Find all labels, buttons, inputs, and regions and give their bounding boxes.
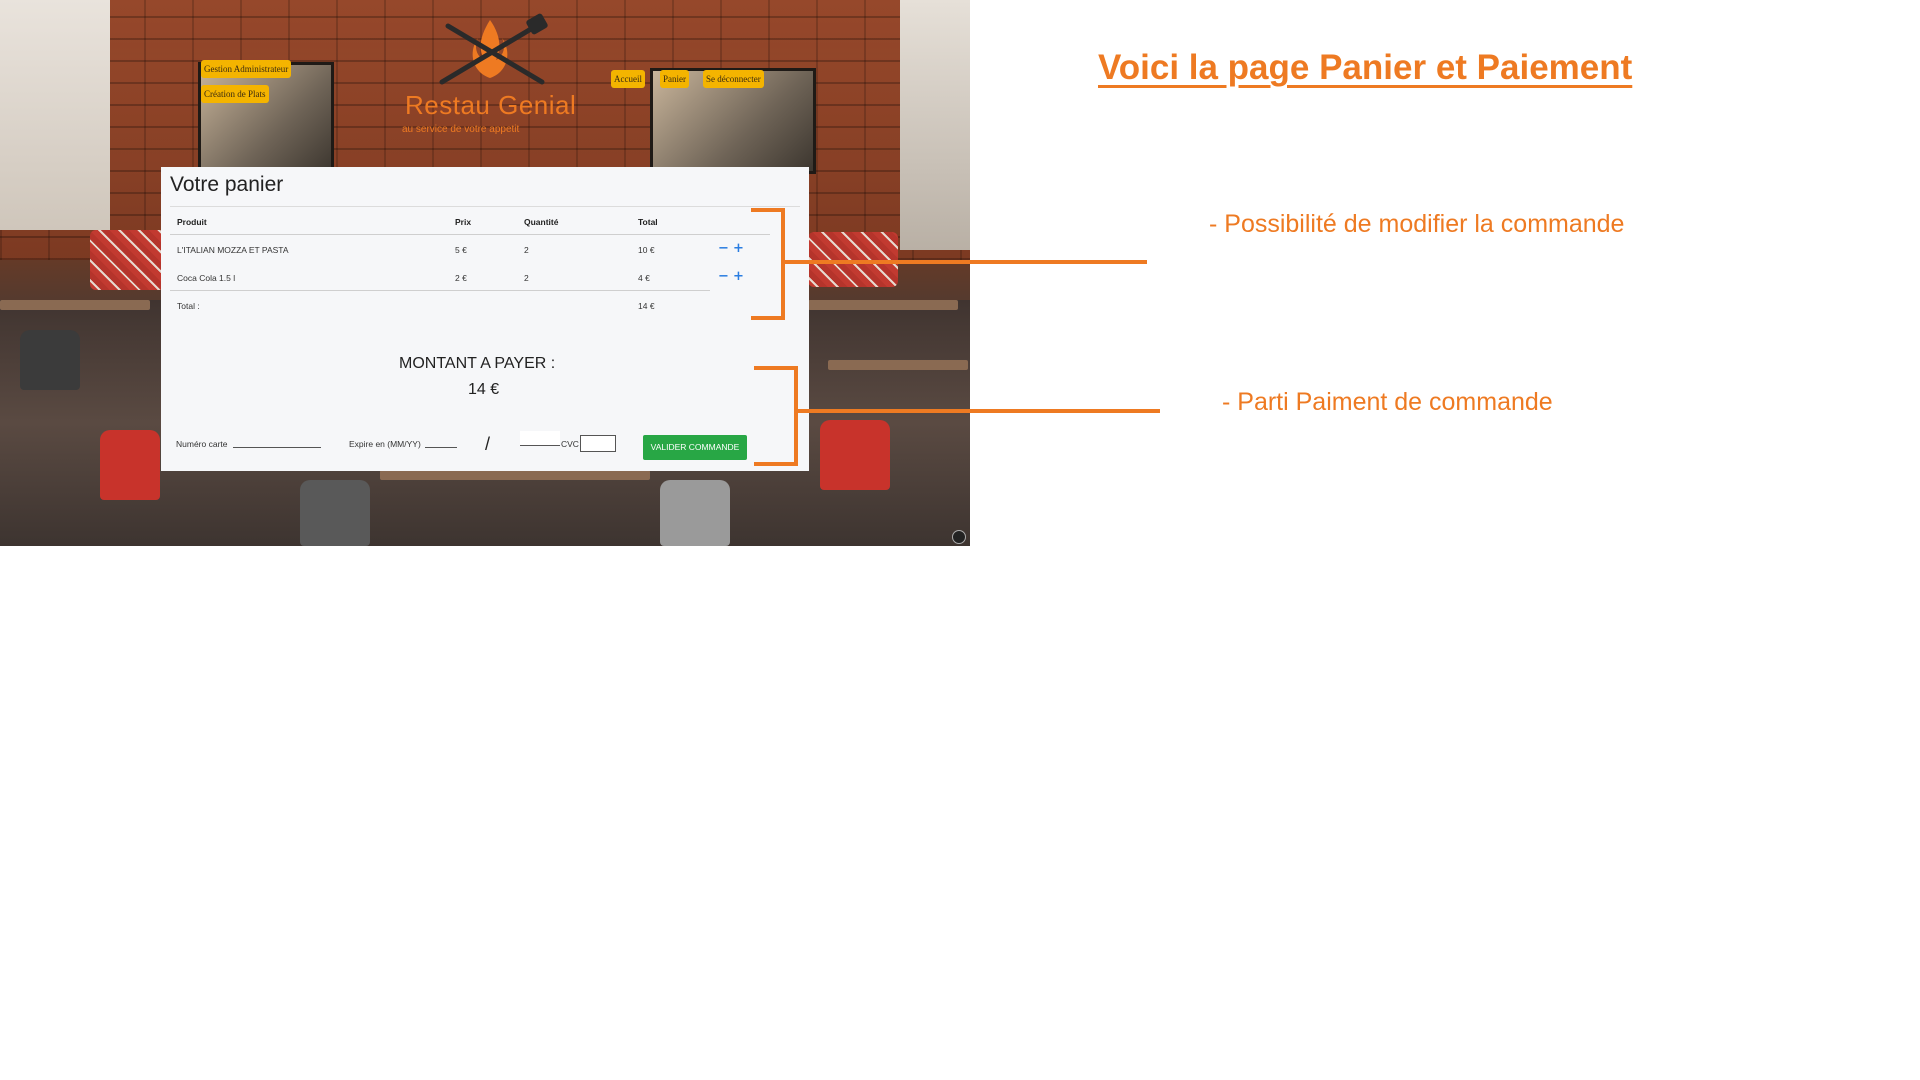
divider <box>170 234 770 235</box>
chair <box>660 480 730 546</box>
row2-qty: 2 <box>524 273 529 283</box>
row2-minus-button[interactable]: − <box>718 269 729 284</box>
camera-icon <box>952 530 966 544</box>
annotation-payment-part: - Parti Paiment de commande <box>1222 388 1553 416</box>
annotation-heading: Voici la page Panier et Paiement <box>1098 48 1633 87</box>
connector-line-cart <box>781 260 1147 264</box>
row2-product: Coca Cola 1.5 l <box>177 273 236 283</box>
col-price: Prix <box>455 217 472 227</box>
table <box>808 300 958 310</box>
cart-title: Votre panier <box>170 173 284 196</box>
expiry-separator: / <box>485 434 491 454</box>
nav-logout[interactable]: Se déconnecter <box>703 70 764 88</box>
grill-fire-icon <box>439 13 548 85</box>
bracket-cart <box>751 208 785 320</box>
expiry-year-input[interactable] <box>520 431 560 446</box>
expiry-month-input[interactable] <box>425 433 457 448</box>
site-tagline: au service de votre appetit <box>402 124 520 135</box>
row1-total: 10 € <box>638 245 655 255</box>
validate-order-button[interactable]: VALIDER COMMANDE <box>643 435 747 460</box>
col-total: Total <box>638 217 658 227</box>
nav-admin-management[interactable]: Gestion Administrateur <box>201 60 292 78</box>
total-label: Total : <box>177 301 200 311</box>
row1-minus-button[interactable]: − <box>718 241 729 256</box>
amount-due-value: 14 € <box>468 381 500 398</box>
col-product: Produit <box>177 217 207 227</box>
table <box>380 470 650 480</box>
chair <box>100 430 160 500</box>
site-name: Restau Genial <box>405 90 577 120</box>
row1-plus-button[interactable]: + <box>733 241 744 256</box>
row2-plus-button[interactable]: + <box>733 269 744 284</box>
card-number-input[interactable] <box>233 433 321 448</box>
chair <box>820 420 890 490</box>
card-number-label: Numéro carte <box>176 439 228 449</box>
table <box>828 360 968 370</box>
nav-home[interactable]: Accueil <box>611 70 645 88</box>
row1-product: L'ITALIAN MOZZA ET PASTA <box>177 245 289 255</box>
connector-line-payment <box>794 409 1160 413</box>
chair <box>300 480 370 546</box>
cart-panel: Votre panier Produit Prix Quantité Total… <box>161 167 809 471</box>
wall-poster-left <box>198 62 334 176</box>
window-left <box>0 0 110 230</box>
table <box>0 300 150 310</box>
nav-create-dishes[interactable]: Création de Plats <box>201 85 269 103</box>
restaurant-screenshot: Gestion Administrateur Création de Plats… <box>0 0 970 546</box>
amount-due-label: MONTANT A PAYER : <box>399 355 556 372</box>
chair <box>20 330 80 390</box>
row1-qty: 2 <box>524 245 529 255</box>
window-right <box>900 0 970 250</box>
col-quantity: Quantité <box>524 217 559 227</box>
total-value: 14 € <box>638 301 655 311</box>
cvc-input[interactable] <box>580 435 616 452</box>
annotation-modify-order: - Possibilité de modifier la commande <box>1209 210 1625 238</box>
bracket-payment <box>754 366 798 466</box>
cvc-label: CVC <box>561 439 579 449</box>
expiry-label: Expire en (MM/YY) <box>349 439 421 449</box>
bench-left <box>90 230 165 290</box>
divider <box>170 290 710 291</box>
row2-price: 2 € <box>455 273 467 283</box>
row1-price: 5 € <box>455 245 467 255</box>
row2-total: 4 € <box>638 273 650 283</box>
nav-cart[interactable]: Panier <box>660 70 689 88</box>
divider <box>170 206 800 207</box>
